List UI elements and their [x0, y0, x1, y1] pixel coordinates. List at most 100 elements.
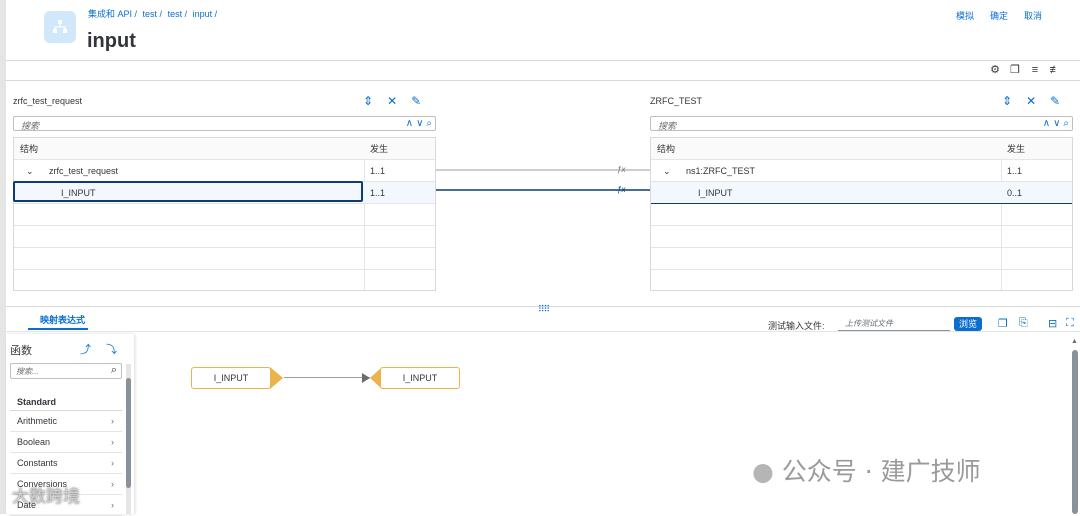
- empty-row: [14, 270, 435, 292]
- chevron-right-icon: ›: [111, 437, 114, 447]
- functions-search[interactable]: 搜索... ⌕: [10, 363, 122, 379]
- copy-icon[interactable]: ❐: [998, 317, 1008, 330]
- connector-arrowhead: [362, 373, 370, 383]
- cancel-button[interactable]: 取消: [1024, 9, 1042, 22]
- browse-button[interactable]: 浏览: [954, 317, 982, 331]
- settings-icon[interactable]: ⚙: [988, 63, 1002, 77]
- paste-icon[interactable]: ⎘: [1019, 317, 1028, 330]
- expand-chevron-icon[interactable]: ⌄: [663, 160, 671, 182]
- clear-format-icon[interactable]: ≢: [1048, 63, 1062, 77]
- empty-row: [651, 204, 1072, 226]
- edit-icon[interactable]: ✎: [411, 94, 421, 108]
- table-row[interactable]: ⌄ zrfc_test_request 1..1: [14, 160, 435, 182]
- import-function-icon[interactable]: ⤵: [106, 341, 117, 357]
- splitter-handle-icon[interactable]: ⠿⠿: [538, 304, 550, 315]
- function-category-label: Arithmetic: [17, 416, 58, 426]
- function-category-arithmetic[interactable]: Arithmetic ›: [10, 411, 122, 432]
- node-occurrence: 1..1: [370, 166, 386, 176]
- table-header-row: 结构 发生: [651, 138, 1072, 160]
- toolbar-divider: [6, 80, 1080, 81]
- tab-mapping-expression[interactable]: 映射表达式: [40, 313, 85, 326]
- function-category-boolean[interactable]: Boolean ›: [10, 432, 122, 453]
- chevron-right-icon: ›: [111, 500, 114, 510]
- expand-collapse-icon[interactable]: ⇕: [363, 94, 373, 108]
- unlink-icon[interactable]: ✕: [1026, 94, 1036, 108]
- canvas-scrollbar[interactable]: ▲: [1071, 338, 1079, 514]
- simulate-button[interactable]: 模拟: [956, 9, 974, 22]
- node-occurrence: 0..1: [1007, 188, 1023, 198]
- functions-scrollbar[interactable]: [126, 364, 131, 514]
- target-tree-table: 结构 发生 ⌄ ns1:ZRFC_TEST 1..1 I_INPUT 0..1: [650, 137, 1073, 291]
- new-function-icon[interactable]: ⤴: [80, 341, 91, 357]
- table-row-selected[interactable]: I_INPUT 0..1: [651, 182, 1072, 204]
- edit-icon[interactable]: ✎: [1050, 94, 1060, 108]
- functions-search-placeholder: 搜索...: [16, 367, 39, 376]
- table-header-row: 结构 发生: [14, 138, 435, 160]
- breadcrumb-item[interactable]: input /: [193, 9, 218, 19]
- unlink-icon[interactable]: ✕: [387, 94, 397, 108]
- target-expression-node[interactable]: I_INPUT: [380, 367, 460, 389]
- expand-chevron-icon[interactable]: ⌄: [26, 160, 34, 182]
- function-fx-icon[interactable]: ƒx: [617, 165, 625, 174]
- search-icon[interactable]: ⌕: [426, 117, 432, 130]
- functions-group-standard: Standard: [17, 397, 57, 407]
- source-search[interactable]: 搜索 ∧ ∨ ⌕: [13, 116, 436, 131]
- app-icon: [44, 11, 76, 43]
- empty-row: [14, 226, 435, 248]
- table-row[interactable]: ⌄ ns1:ZRFC_TEST 1..1: [651, 160, 1072, 182]
- empty-row: [651, 226, 1072, 248]
- function-category-constants[interactable]: Constants ›: [10, 453, 122, 474]
- confirm-button[interactable]: 确定: [990, 9, 1008, 22]
- chevron-right-icon: ›: [111, 479, 114, 489]
- test-file-input[interactable]: 上传测试文件: [838, 315, 950, 331]
- selection-outline: [13, 181, 363, 202]
- breadcrumb-item[interactable]: 集成和 API /: [88, 9, 137, 19]
- search-icon[interactable]: ⌕: [111, 364, 117, 377]
- source-expression-node[interactable]: I_INPUT: [191, 367, 271, 389]
- test-input-label: 测试输入文件:: [768, 321, 825, 331]
- expand-collapse-icon[interactable]: ⇕: [1002, 94, 1012, 108]
- chevron-down-icon[interactable]: ∨: [416, 117, 423, 130]
- test-file-placeholder: 上传测试文件: [845, 319, 893, 328]
- function-category-label: Boolean: [17, 437, 51, 447]
- breadcrumb-item[interactable]: test /: [143, 9, 163, 19]
- breadcrumb-item[interactable]: test /: [168, 9, 188, 19]
- target-search[interactable]: 搜索 ∧ ∨ ⌕: [650, 116, 1073, 131]
- scrollbar-thumb[interactable]: [126, 378, 131, 488]
- node-occurrence: 1..1: [1007, 166, 1023, 176]
- source-panel-title: zrfc_test_request: [13, 96, 83, 106]
- node-output-arrow: [270, 367, 283, 389]
- scroll-up-icon[interactable]: ▲: [1071, 338, 1078, 345]
- page-title: input: [87, 30, 136, 52]
- wechat-icon: ●: [752, 457, 774, 486]
- column-header-occurrence: 发生: [1007, 144, 1026, 154]
- target-panel-title: ZRFC_TEST: [650, 96, 703, 106]
- chevron-up-icon[interactable]: ∧: [406, 117, 413, 130]
- node-name: zrfc_test_request: [49, 166, 119, 176]
- expression-connector: [284, 377, 370, 378]
- column-header-structure: 结构: [20, 144, 39, 154]
- header-divider: [6, 60, 1080, 61]
- empty-row: [651, 248, 1072, 270]
- source-panel-tools: ⇕ ✕ ✎: [363, 94, 421, 108]
- empty-row: [651, 270, 1072, 292]
- copy-icon[interactable]: ❐: [1008, 63, 1022, 77]
- text-format-icon[interactable]: ≡: [1028, 63, 1042, 77]
- fullscreen-icon[interactable]: ⛶: [1066, 317, 1074, 330]
- scrollbar-thumb[interactable]: [1072, 350, 1078, 514]
- node-name: I_INPUT: [698, 188, 733, 198]
- search-icon[interactable]: ⌕: [1063, 117, 1069, 130]
- chevron-right-icon: ›: [111, 416, 114, 426]
- page-header: 集成和 API / test / test / input / input 模拟…: [6, 0, 1080, 60]
- chevron-down-icon[interactable]: ∨: [1053, 117, 1060, 130]
- empty-row: [14, 204, 435, 226]
- chevron-up-icon[interactable]: ∧: [1043, 117, 1050, 130]
- breadcrumb: 集成和 API / test / test / input /: [88, 7, 220, 20]
- functions-title: 函数: [10, 345, 32, 357]
- source-tree-table: 结构 发生 ⌄ zrfc_test_request 1..1 I_INPUT 1…: [13, 137, 436, 291]
- source-search-placeholder: 搜索: [21, 121, 40, 131]
- chevron-right-icon: ›: [111, 458, 114, 468]
- function-category-label: Constants: [17, 458, 58, 468]
- function-fx-icon[interactable]: ƒx: [617, 185, 625, 194]
- minimize-icon[interactable]: ⊟: [1048, 317, 1057, 330]
